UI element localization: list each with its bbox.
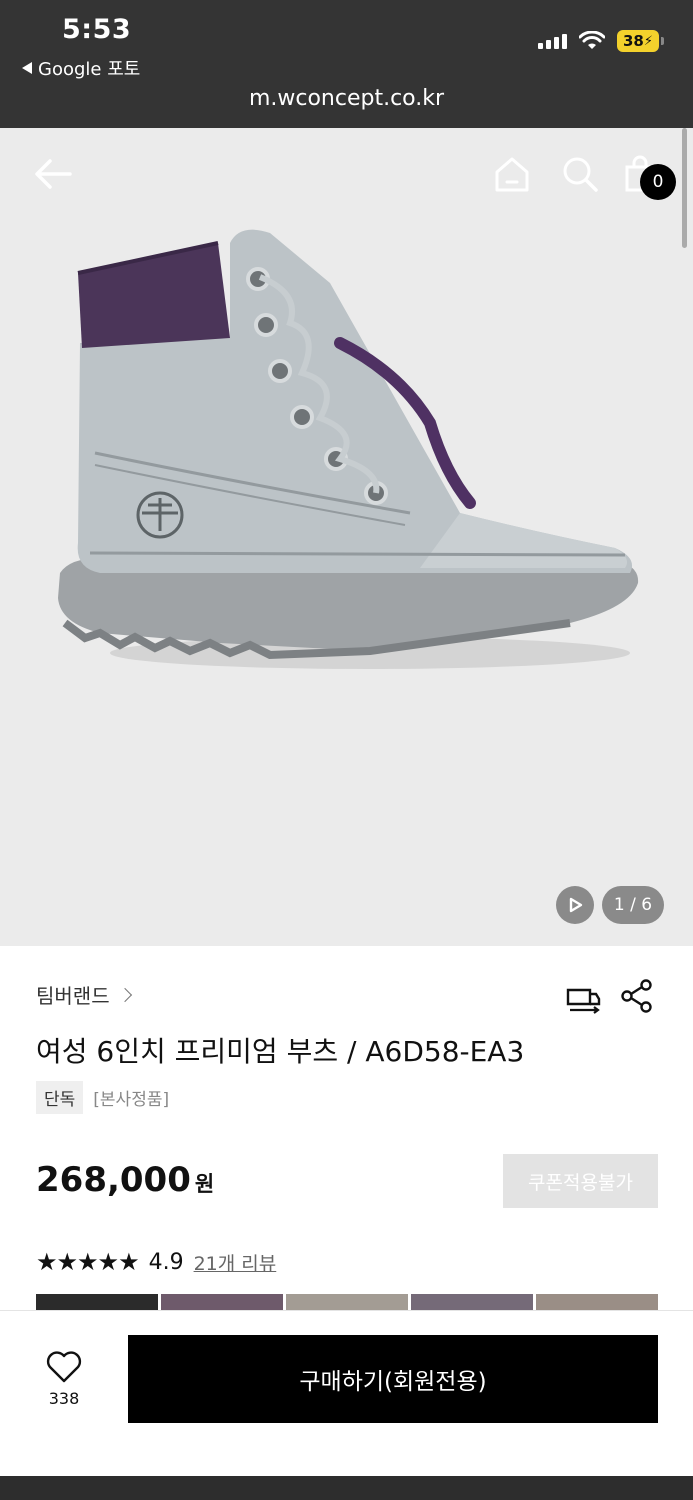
home-indicator-bar [0, 1476, 693, 1500]
play-icon [569, 897, 583, 913]
price-unit: 원 [194, 1172, 215, 1196]
scroll-indicator [682, 128, 687, 248]
cart-count-badge[interactable]: 0 [640, 164, 676, 200]
review-link[interactable]: 21개 리뷰 [194, 1249, 277, 1276]
share-icon[interactable] [620, 978, 654, 1014]
tag-exclusive: 단독 [36, 1081, 84, 1114]
heart-icon [46, 1351, 82, 1383]
star-rating-icon: ★★★★★ [36, 1248, 140, 1276]
address-bar-url[interactable]: m.wconcept.co.kr [0, 86, 693, 111]
battery-icon: 38 ⚡ [617, 30, 664, 52]
search-icon[interactable] [560, 154, 600, 194]
price-amount: 268,000 [36, 1160, 191, 1200]
back-app-label: Google 포토 [38, 59, 141, 80]
image-counter: 1 / 6 [602, 886, 664, 924]
bottom-action-bar: 338 구매하기(회원전용) [0, 1310, 693, 1476]
coupon-button[interactable]: 쿠폰적용불가 [503, 1154, 658, 1208]
wifi-icon [579, 31, 605, 49]
home-icon[interactable] [492, 154, 532, 194]
status-time: 5:53 [62, 14, 132, 45]
buy-button[interactable]: 구매하기(회원전용) [128, 1335, 658, 1423]
cellular-signal-icon [538, 33, 567, 49]
tag-official: [본사정품] [93, 1090, 170, 1110]
rating-score: 4.9 [148, 1249, 184, 1275]
brand-name: 팀버랜드 [36, 984, 110, 1008]
product-image-gallery[interactable]: 0 1 / 6 [0, 128, 693, 946]
like-button[interactable]: 338 [44, 1351, 84, 1408]
video-play-button[interactable] [556, 886, 594, 924]
product-title: 여성 6인치 프리미엄 부츠 / A6D58-EA3 [36, 1035, 525, 1068]
brand-link[interactable]: 팀버랜드 [36, 980, 132, 1009]
rating-summary: ★★★★★ 4.9 21개 리뷰 [36, 1248, 276, 1276]
chevron-right-icon [117, 987, 132, 1002]
like-count: 338 [48, 1389, 80, 1408]
browser-status-bar: 5:53 Google 포토 38 ⚡ m.wconcept.co.kr [0, 0, 693, 128]
back-triangle-icon [22, 62, 32, 74]
product-boot-image [58, 229, 639, 669]
back-to-app-link[interactable]: Google 포토 [22, 55, 140, 81]
product-tags: 단독 [본사정품] [36, 1081, 169, 1114]
arrow-left-icon[interactable] [30, 154, 76, 194]
delivery-truck-icon[interactable] [564, 978, 602, 1016]
product-price: 268,000 원 [36, 1160, 214, 1200]
status-icons: 38 ⚡ [538, 30, 664, 52]
battery-level: 38 [622, 32, 644, 50]
